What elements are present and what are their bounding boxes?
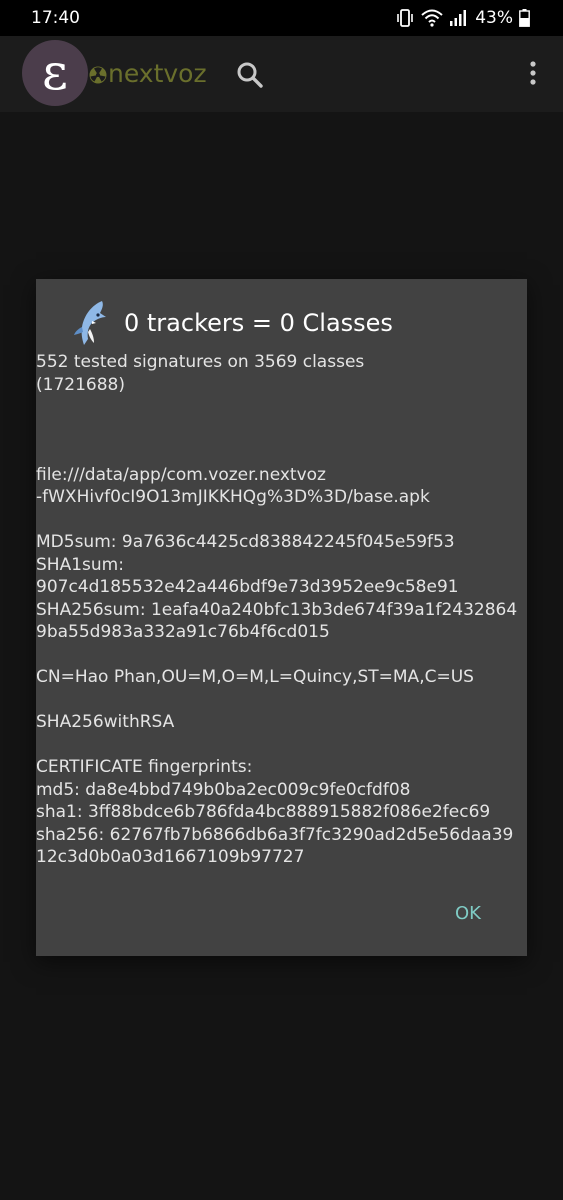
wifi-icon xyxy=(421,9,443,27)
shark-icon xyxy=(72,299,112,347)
dialog-title: 0 trackers = 0 Classes xyxy=(124,309,393,337)
status-icons: 43% xyxy=(395,7,530,29)
search-icon xyxy=(237,62,263,88)
app-logo: ε xyxy=(22,40,88,106)
status-time: 17:40 xyxy=(31,8,80,28)
battery-percent: 43% xyxy=(475,8,513,28)
overflow-menu-icon xyxy=(530,61,536,85)
battery-icon xyxy=(519,9,530,27)
status-bar: 17:40 43% xyxy=(0,0,563,36)
app-bar: ε nextvoz xyxy=(0,36,563,112)
tracker-dialog: 0 trackers = 0 Classes 552 tested signat… xyxy=(36,279,527,956)
vibrate-icon xyxy=(395,9,415,27)
ok-button[interactable]: OK xyxy=(455,903,481,924)
overflow-menu-button[interactable] xyxy=(522,58,544,92)
radiation-icon xyxy=(89,66,107,89)
dialog-message: 552 tested signatures on 3569 classes (1… xyxy=(36,352,518,867)
app-title: nextvoz xyxy=(108,59,207,88)
logo-letter: ε xyxy=(42,43,68,101)
signal-icon xyxy=(449,9,467,27)
search-button[interactable] xyxy=(233,58,267,92)
